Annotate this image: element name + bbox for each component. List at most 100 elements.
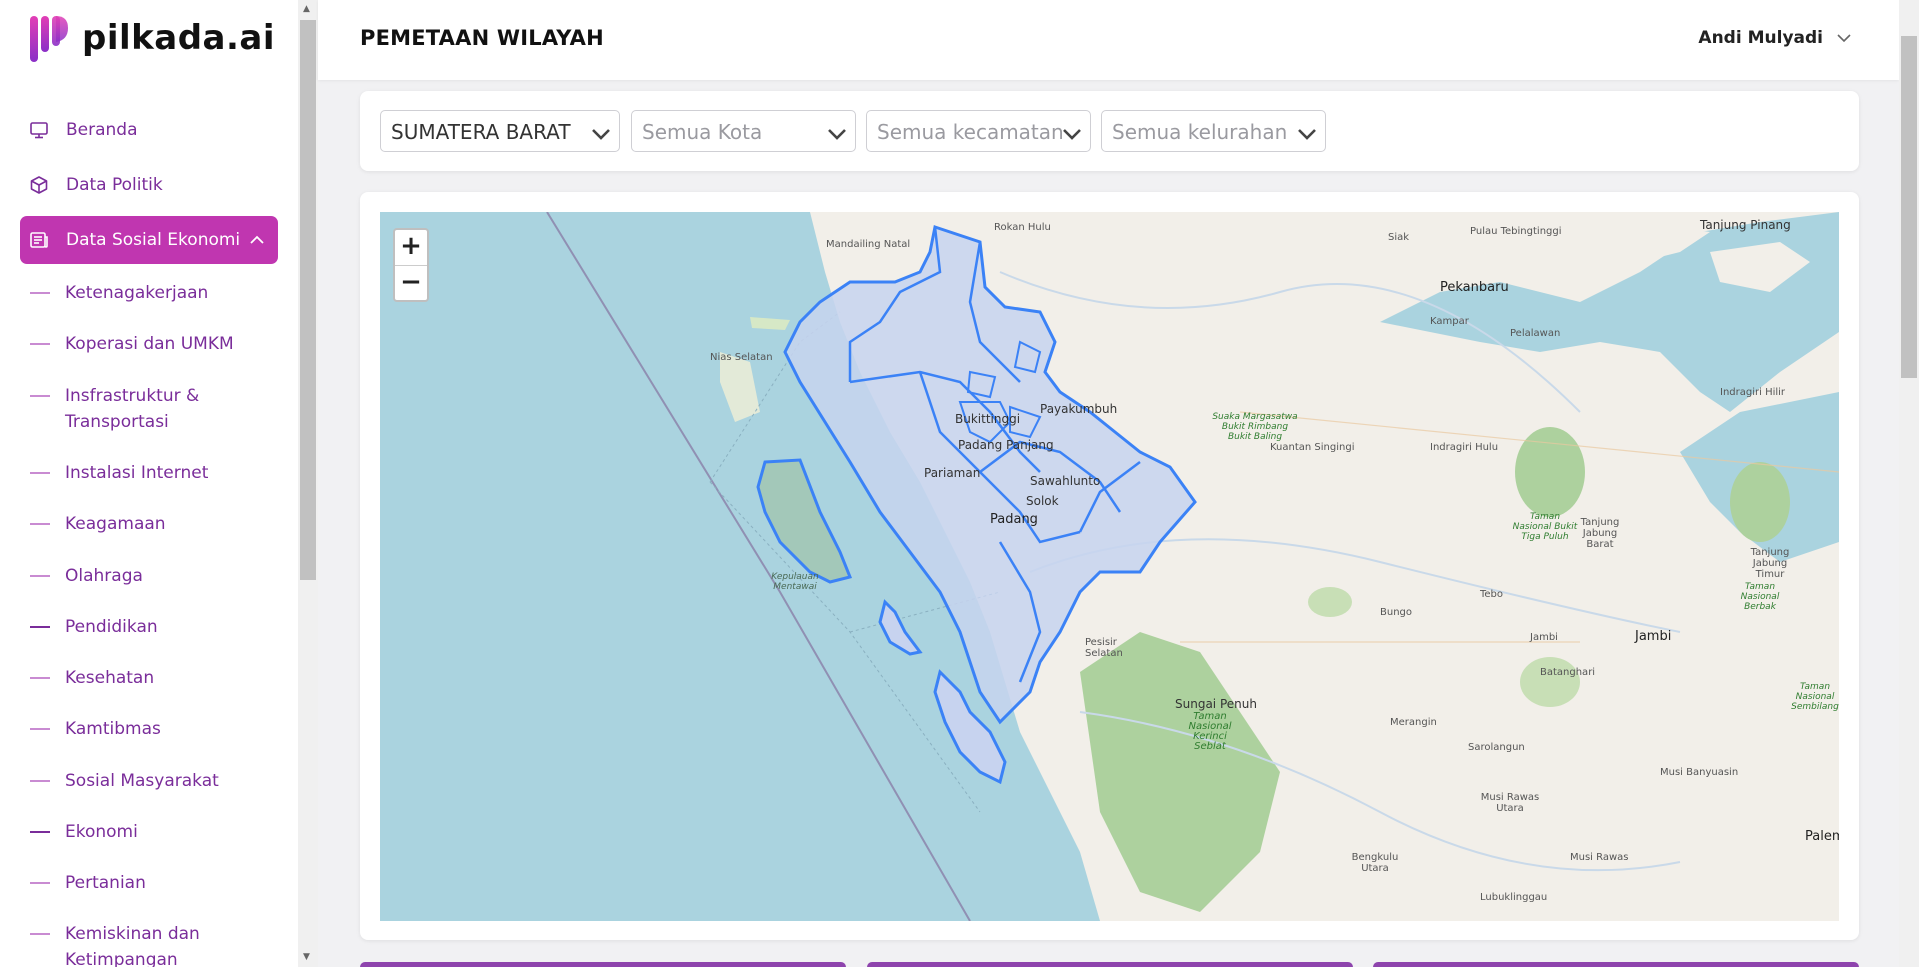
dash-icon <box>30 343 50 345</box>
zoom-control: + − <box>393 228 429 302</box>
forest-2 <box>1730 462 1790 542</box>
user-menu[interactable]: Andi Mulyadi <box>1698 28 1851 48</box>
forest-3 <box>1520 657 1580 707</box>
map-label: Pesisir Selatan <box>1085 637 1123 659</box>
dash-icon <box>30 677 50 679</box>
dash-icon <box>30 395 50 397</box>
map-label: Siak <box>1388 232 1410 243</box>
map-label: Taman Nasional Kerinci Seblat <box>1188 711 1232 752</box>
map-label: Kampar <box>1430 316 1469 327</box>
map-label: Sawahlunto <box>1030 474 1101 488</box>
map-card: + − Mandailing Natal Rokan Hulu Siak Pek… <box>360 192 1859 940</box>
map-label: Nias Selatan <box>710 352 773 363</box>
map-label: Lubuklinggau <box>1480 892 1548 903</box>
island-nias-2 <box>750 317 790 330</box>
map-label: Tanjung Jabung Barat <box>1580 517 1620 550</box>
map-label: Sungai Penuh <box>1175 697 1257 711</box>
city-select[interactable]: Semua Kota <box>631 110 856 152</box>
newspaper-icon <box>28 229 50 251</box>
map-label: Palem <box>1805 829 1839 844</box>
map-label: Tanjung Pinang <box>1700 218 1791 232</box>
chevron-down-icon <box>591 122 611 146</box>
scroll-up-icon[interactable]: ▲ <box>303 4 310 14</box>
map-label: Pulau Tebingtinggi <box>1470 226 1562 237</box>
map-label: Indragiri Hulu <box>1430 442 1499 453</box>
village-select[interactable]: Semua kelurahan <box>1101 110 1326 152</box>
district-select-placeholder: Semua kecamatan <box>877 120 1064 144</box>
top-header: PEMETAAN WILAYAH Andi Mulyadi <box>318 0 1899 80</box>
dash-icon <box>30 831 50 833</box>
sidebar-item-data-sosial-ekonomi[interactable]: Data Sosial Ekonomi <box>20 216 278 264</box>
map-label: Jambi <box>1635 629 1672 644</box>
sidebar-item-label: Beranda <box>66 120 138 140</box>
filter-bar: SUMATERA BARAT Semua Kota Semua kecamata… <box>360 91 1859 171</box>
dash-icon <box>30 882 50 884</box>
map-label: Musi Rawas <box>1570 852 1629 863</box>
sidebar: pilkada.ai Beranda Data Politik Data Sos… <box>0 0 298 967</box>
dash-icon <box>30 626 50 628</box>
map-label: Bungo <box>1380 607 1413 618</box>
map-label: Pariaman <box>924 466 981 480</box>
brand-name: pilkada.ai <box>82 18 275 58</box>
page-scrollbar[interactable] <box>1899 0 1919 967</box>
map-label: Tebo <box>1480 589 1504 600</box>
map-label: Taman Nasional Sembilang <box>1791 682 1839 712</box>
map-label: Rokan Hulu <box>994 222 1051 233</box>
map-label: Pekanbaru <box>1440 280 1509 295</box>
region-mentawai-sipora <box>878 599 923 656</box>
stat-card-top-edge <box>867 962 1353 967</box>
sidebar-scrollbar[interactable]: ▲ ▼ <box>298 0 318 967</box>
sidebar-nav: Beranda Data Politik Data Sosial Ekonomi <box>20 106 278 271</box>
map-label: Payakumbuh <box>1040 402 1118 416</box>
chevron-down-icon <box>827 122 847 146</box>
map-label: Padang Panjang <box>958 438 1054 452</box>
sidebar-item-beranda[interactable]: Beranda <box>20 106 278 154</box>
map-label: Tanjung Jabung Timur <box>1750 547 1790 580</box>
region-mentawai-siberut <box>756 458 853 584</box>
brand-logo[interactable]: pilkada.ai <box>30 14 275 62</box>
map-label: Solok <box>1026 494 1059 508</box>
map-label: Kuantan Singingi <box>1270 442 1355 453</box>
page-title: PEMETAAN WILAYAH <box>360 26 604 50</box>
dash-icon <box>30 523 50 525</box>
sidebar-item-data-politik[interactable]: Data Politik <box>20 161 278 209</box>
dash-icon <box>30 292 50 294</box>
map-label: Pelalawan <box>1510 328 1561 339</box>
chevron-down-icon <box>1062 122 1082 146</box>
map-label: Suaka Margasatwa Bukit Rimbang Bukit Bal… <box>1212 412 1298 442</box>
monitor-icon <box>28 119 50 141</box>
chevron-down-icon <box>1837 28 1851 48</box>
sidebar-item-label: Data Politik <box>66 175 163 195</box>
map-label: Sarolangun <box>1468 742 1525 753</box>
map-label: Kepulauan Mentawai <box>771 572 819 592</box>
map-label: Merangin <box>1390 717 1437 728</box>
map-label: Taman Nasional Berbak <box>1740 582 1780 612</box>
province-select-value: SUMATERA BARAT <box>391 120 571 144</box>
sidebar-item-label: Data Sosial Ekonomi <box>66 230 241 250</box>
sidebar-scrollbar-thumb[interactable] <box>300 20 316 580</box>
map-label: Padang <box>990 512 1038 527</box>
map-label: Bukittinggi <box>955 412 1021 426</box>
map-label: Musi Banyuasin <box>1660 767 1739 778</box>
dash-icon <box>30 933 50 935</box>
dash-icon <box>30 780 50 782</box>
village-select-placeholder: Semua kelurahan <box>1112 120 1288 144</box>
zoom-in-button[interactable]: + <box>395 230 427 266</box>
chevron-down-icon <box>1297 122 1317 146</box>
cube-icon <box>28 174 50 196</box>
dash-icon <box>30 728 50 730</box>
region-map[interactable]: + − Mandailing Natal Rokan Hulu Siak Pek… <box>380 212 1839 921</box>
chevron-up-icon <box>250 230 264 250</box>
scroll-down-icon[interactable]: ▼ <box>303 952 310 962</box>
city-select-placeholder: Semua Kota <box>642 120 763 144</box>
dash-icon <box>30 472 50 474</box>
dash-icon <box>30 575 50 577</box>
map-label: Batanghari <box>1540 667 1596 678</box>
map-label: Bengkulu Utara <box>1351 852 1399 874</box>
map-label: Musi Rawas Utara <box>1480 792 1540 814</box>
page-scrollbar-thumb[interactable] <box>1901 36 1917 378</box>
province-select[interactable]: SUMATERA BARAT <box>380 110 620 152</box>
forest-4 <box>1308 587 1352 617</box>
zoom-out-button[interactable]: − <box>395 266 427 301</box>
district-select[interactable]: Semua kecamatan <box>866 110 1091 152</box>
